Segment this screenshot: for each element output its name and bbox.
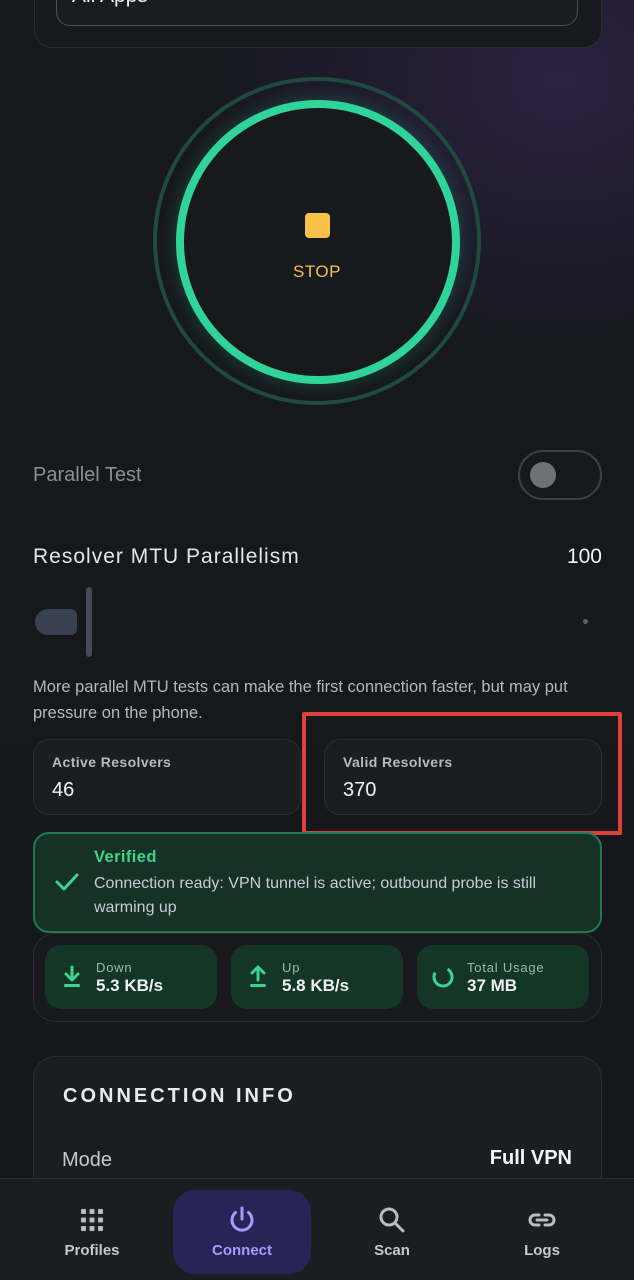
parallel-test-label: Parallel Test <box>33 464 142 486</box>
status-title: Verified <box>94 848 157 866</box>
power-icon <box>230 1206 254 1232</box>
nav-logs-label: Logs <box>524 1242 560 1259</box>
toggle-knob <box>530 462 556 488</box>
stat-down-value: 5.3 KB/s <box>96 976 164 995</box>
upload-icon <box>250 965 266 987</box>
power-button[interactable] <box>176 100 460 384</box>
power-button-label: STOP <box>293 262 341 281</box>
mode-label: Mode <box>62 1149 113 1171</box>
nav-connect[interactable]: Connect <box>173 1190 311 1274</box>
highlight-box <box>302 712 622 835</box>
check-icon <box>55 873 79 891</box>
chevron-down-icon <box>540 0 554 2</box>
grid-icon <box>81 1209 103 1231</box>
stat-total-value: 37 MB <box>467 976 518 995</box>
mode-value: Full VPN <box>489 1147 572 1169</box>
stat-total-label: Total Usage <box>467 960 545 975</box>
nav-profiles[interactable]: Profiles <box>23 1190 161 1274</box>
nav-logs[interactable]: Logs <box>473 1190 611 1274</box>
active-resolvers-card <box>33 739 301 815</box>
active-resolvers-label: Active Resolvers <box>52 754 172 770</box>
app-filter-value: All Apps <box>72 0 148 8</box>
slider-active-track[interactable] <box>35 609 77 635</box>
nav-scan-label: Scan <box>374 1242 410 1259</box>
slider-end-dot <box>583 619 588 624</box>
connection-info-title: CONNECTION INFO <box>63 1085 296 1107</box>
usage-ring-icon <box>432 966 454 988</box>
nav-profiles-label: Profiles <box>64 1242 120 1259</box>
mtu-slider-thumb[interactable] <box>86 587 92 657</box>
status-message: Connection ready: VPN tunnel is active; … <box>94 875 537 916</box>
stop-icon <box>305 213 330 238</box>
stat-up-label: Up <box>282 960 301 975</box>
stat-down-label: Down <box>96 960 133 975</box>
nav-connect-label: Connect <box>212 1242 272 1259</box>
mtu-parallelism-label: Resolver MTU Parallelism <box>33 545 300 568</box>
active-resolvers-value: 46 <box>52 779 75 801</box>
stat-up-value: 5.8 KB/s <box>282 976 350 995</box>
mtu-parallelism-value: 100 <box>566 545 602 568</box>
download-icon <box>64 965 80 987</box>
nav-scan[interactable]: Scan <box>323 1190 461 1274</box>
search-icon <box>379 1207 405 1233</box>
link-icon <box>528 1213 556 1227</box>
